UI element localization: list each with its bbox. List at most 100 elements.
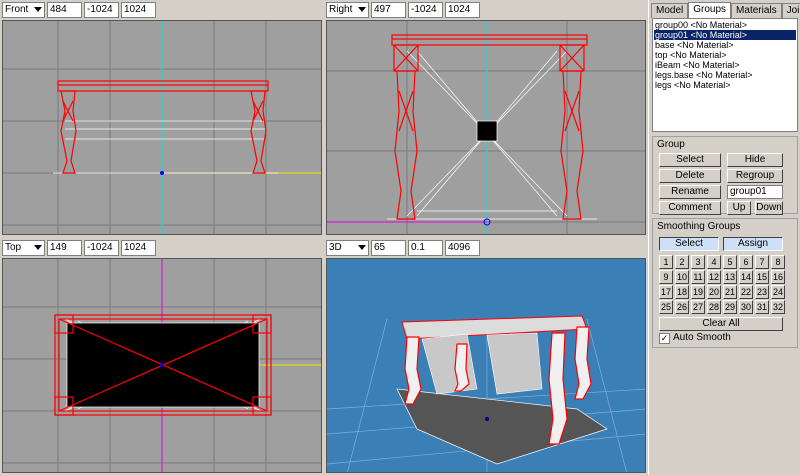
top-view-drawing: [3, 259, 321, 472]
near-clip-field[interactable]: 0.1: [408, 239, 443, 256]
smoothing-group-button[interactable]: 2: [675, 255, 689, 269]
zoom-field[interactable]: 497: [371, 1, 406, 18]
near-clip-field[interactable]: -1024: [84, 239, 119, 256]
smoothing-group-button[interactable]: 9: [659, 270, 673, 284]
viewport-canvas[interactable]: [2, 258, 322, 473]
smoothing-group-button[interactable]: 12: [707, 270, 721, 284]
viewport-toolbar: 3D 65 0.1 4096: [324, 238, 646, 257]
smoothing-group-button[interactable]: 11: [691, 270, 705, 284]
group-box: Group Select Hide Delete Regroup Rename …: [652, 136, 798, 215]
smoothing-group-button[interactable]: 3: [691, 255, 705, 269]
chevron-down-icon: [34, 7, 42, 12]
smoothing-group-button[interactable]: 19: [691, 285, 705, 299]
auto-smooth-label: Auto Smooth: [673, 332, 731, 343]
smoothing-group-button[interactable]: 23: [755, 285, 769, 299]
smoothing-group-button[interactable]: 30: [739, 300, 753, 314]
group-name-input[interactable]: group01: [727, 185, 783, 199]
list-item[interactable]: top <No Material>: [654, 50, 796, 60]
smoothing-group-button[interactable]: 26: [675, 300, 689, 314]
smoothing-group-button[interactable]: 31: [755, 300, 769, 314]
smoothing-group-button[interactable]: 6: [739, 255, 753, 269]
group-box-title: Group: [657, 139, 685, 150]
smoothing-assign-button[interactable]: Assign: [723, 237, 783, 251]
list-item[interactable]: group00 <No Material>: [654, 20, 796, 30]
smoothing-group-button[interactable]: 7: [755, 255, 769, 269]
front-view-drawing: [3, 21, 321, 234]
app-window: Front 484 -1024 1024 Right 497 -1024 102…: [0, 0, 800, 475]
list-item[interactable]: group01 <No Material>: [654, 30, 796, 40]
viewport-right: Right 497 -1024 1024: [324, 0, 646, 235]
viewport-toolbar: Right 497 -1024 1024: [324, 0, 646, 19]
far-clip-field[interactable]: 1024: [445, 1, 480, 18]
group-regroup-button[interactable]: Regroup: [727, 169, 783, 183]
group-hide-button[interactable]: Hide: [727, 153, 783, 167]
viewport-toolbar: Top 149 -1024 1024: [0, 238, 322, 257]
far-clip-field[interactable]: 1024: [121, 239, 156, 256]
clear-all-button[interactable]: Clear All: [659, 317, 783, 331]
group-list[interactable]: group00 <No Material> group01 <No Materi…: [652, 18, 798, 132]
smoothing-group-button[interactable]: 14: [739, 270, 753, 284]
tab-groups[interactable]: Groups: [688, 2, 732, 18]
list-item[interactable]: legs.base <No Material>: [654, 70, 796, 80]
view-mode-select[interactable]: Top: [2, 239, 45, 256]
tab-joints[interactable]: Joints: [781, 3, 800, 18]
properties-panel: Model Groups Materials Joints group00 <N…: [648, 0, 800, 475]
smoothing-group-button[interactable]: 27: [691, 300, 705, 314]
viewport-toolbar: Front 484 -1024 1024: [0, 0, 322, 19]
near-clip-field[interactable]: -1024: [408, 1, 443, 18]
viewport-canvas[interactable]: [326, 20, 646, 235]
zoom-field[interactable]: 484: [47, 1, 82, 18]
smoothing-group-button[interactable]: 21: [723, 285, 737, 299]
group-select-button[interactable]: Select: [659, 153, 721, 167]
smoothing-group-button[interactable]: 15: [755, 270, 769, 284]
fov-field[interactable]: 65: [371, 239, 406, 256]
smoothing-group-button[interactable]: 28: [707, 300, 721, 314]
far-clip-field[interactable]: 4096: [445, 239, 480, 256]
list-item[interactable]: base <No Material>: [654, 40, 796, 50]
auto-smooth-checkbox[interactable]: ✓: [659, 333, 670, 344]
group-comment-button[interactable]: Comment: [659, 201, 721, 215]
chevron-down-icon: [358, 245, 366, 250]
group-delete-button[interactable]: Delete: [659, 169, 721, 183]
zoom-field[interactable]: 149: [47, 239, 82, 256]
viewport-canvas[interactable]: [2, 20, 322, 235]
near-clip-field[interactable]: -1024: [84, 1, 119, 18]
view-mode-select[interactable]: Front: [2, 1, 45, 18]
group-down-button[interactable]: Down: [755, 201, 783, 215]
list-item[interactable]: iBeam <No Material>: [654, 60, 796, 70]
chevron-down-icon: [358, 7, 366, 12]
smoothing-group-button[interactable]: 8: [771, 255, 785, 269]
tab-model[interactable]: Model: [651, 3, 689, 18]
group-up-button[interactable]: Up: [727, 201, 751, 215]
smoothing-group-button[interactable]: 10: [675, 270, 689, 284]
smoothing-group-button[interactable]: 4: [707, 255, 721, 269]
view-mode-select[interactable]: Right: [326, 1, 369, 18]
tab-materials[interactable]: Materials: [731, 3, 782, 18]
smoothing-group-button[interactable]: 18: [675, 285, 689, 299]
view-mode-select[interactable]: 3D: [326, 239, 369, 256]
view-mode-label: 3D: [329, 242, 342, 253]
smoothing-group-button[interactable]: 29: [723, 300, 737, 314]
right-view-drawing: [327, 21, 645, 234]
smoothing-group-button[interactable]: 22: [739, 285, 753, 299]
smoothing-group-button[interactable]: 16: [771, 270, 785, 284]
smoothing-group-button[interactable]: 5: [723, 255, 737, 269]
far-clip-field[interactable]: 1024: [121, 1, 156, 18]
smoothing-group-button[interactable]: 32: [771, 300, 785, 314]
smoothing-group-button[interactable]: 20: [707, 285, 721, 299]
smoothing-group-button[interactable]: 1: [659, 255, 673, 269]
view-mode-label: Front: [5, 4, 29, 15]
smoothing-group-button[interactable]: 13: [723, 270, 737, 284]
chevron-down-icon: [34, 245, 42, 250]
group-rename-button[interactable]: Rename: [659, 185, 721, 199]
panel-tabs: Model Groups Materials Joints: [651, 2, 800, 18]
smoothing-group-button[interactable]: 25: [659, 300, 673, 314]
smoothing-group-button[interactable]: 17: [659, 285, 673, 299]
viewport-3d: 3D 65 0.1 4096: [324, 238, 646, 473]
smoothing-select-button[interactable]: Select: [659, 237, 719, 251]
smoothing-group-button[interactable]: 24: [771, 285, 785, 299]
smoothing-groups-box: Smoothing Groups Select Assign Clear All…: [652, 218, 798, 348]
viewport-canvas[interactable]: [326, 258, 646, 473]
list-item[interactable]: legs <No Material>: [654, 80, 796, 90]
view-mode-label: Top: [5, 242, 22, 253]
